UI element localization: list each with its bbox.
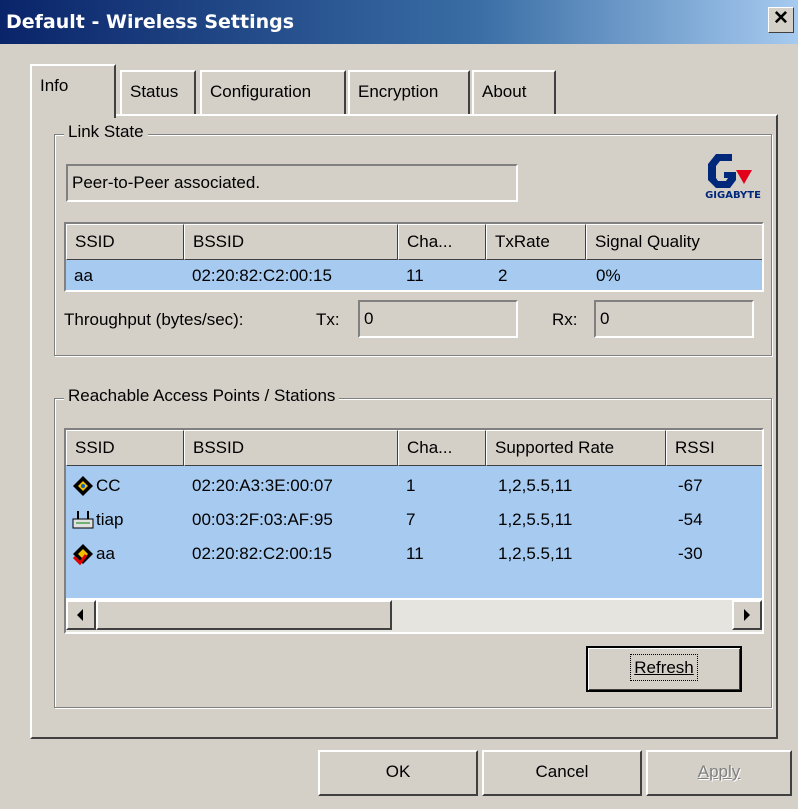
- link-state-label: Link State: [64, 122, 148, 142]
- table-row[interactable]: aa 02:20:82:C2:00:15 11 2 0%: [66, 260, 762, 290]
- rx-field: 0: [594, 300, 754, 338]
- rx-label: Rx:: [552, 310, 578, 329]
- logo-text: GIGABYTE: [705, 190, 761, 201]
- tab-encryption-label: Encryption: [358, 82, 439, 101]
- cell-supported-rate: 1,2,5.5,11: [498, 476, 573, 495]
- close-button[interactable]: ✕: [768, 7, 794, 33]
- column-channel[interactable]: Cha...: [398, 430, 486, 466]
- refresh-button[interactable]: Refresh: [586, 646, 742, 692]
- cancel-button[interactable]: Cancel: [482, 750, 642, 796]
- cell-ssid: aa: [96, 544, 115, 563]
- cell-channel: 11: [406, 544, 424, 563]
- cancel-label: Cancel: [535, 762, 589, 781]
- tab-page-info: Link State Peer-to-Peer associated. GIGA…: [30, 114, 778, 739]
- tab-about[interactable]: About: [472, 70, 556, 114]
- cell-txrate: 2: [498, 266, 508, 285]
- tx-field: 0: [358, 300, 518, 338]
- link-state-text: Peer-to-Peer associated.: [72, 173, 261, 192]
- cell-ssid: CC: [96, 476, 121, 495]
- column-rssi[interactable]: RSSI: [666, 430, 762, 466]
- column-signal-quality[interactable]: Signal Quality: [586, 224, 762, 260]
- column-supported-rate[interactable]: Supported Rate: [486, 430, 666, 466]
- connected-station-icon: [72, 543, 94, 566]
- link-state-list[interactable]: SSID BSSID Cha... TxRate Signal Quality …: [64, 222, 764, 292]
- ok-button[interactable]: OK: [318, 750, 478, 796]
- arrow-left-icon: [77, 609, 83, 621]
- cell-bssid: 02:20:82:C2:00:15: [192, 266, 332, 285]
- reachable-list-header: SSID BSSID Cha... Supported Rate RSSI: [66, 430, 762, 466]
- window-title: Default - Wireless Settings: [6, 11, 295, 33]
- tab-status-label: Status: [130, 82, 179, 101]
- tab-info-label: Info: [40, 76, 69, 95]
- tx-value: 0: [364, 309, 374, 328]
- access-point-icon: [72, 509, 94, 531]
- cell-channel: 1: [406, 476, 416, 495]
- cell-rssi: -30: [678, 544, 703, 563]
- cell-ssid: aa: [74, 266, 93, 285]
- horizontal-scrollbar[interactable]: [66, 600, 762, 632]
- list-item[interactable]: tiap 00:03:2F:03:AF:95 7 1,2,5.5,11 -54: [66, 504, 762, 538]
- apply-label: Apply: [697, 762, 741, 781]
- column-channel[interactable]: Cha...: [398, 224, 486, 260]
- cell-rssi: -54: [678, 510, 703, 529]
- cell-rssi: -67: [678, 476, 703, 495]
- cell-supported-rate: 1,2,5.5,11: [498, 544, 573, 563]
- column-ssid[interactable]: SSID: [66, 430, 184, 466]
- cell-supported-rate: 1,2,5.5,11: [498, 510, 573, 529]
- apply-button[interactable]: Apply: [646, 750, 792, 796]
- cell-bssid: 02:20:82:C2:00:15: [192, 544, 332, 563]
- throughput-label: Throughput (bytes/sec):: [64, 310, 244, 329]
- adhoc-station-icon: [72, 475, 94, 497]
- scroll-right-button[interactable]: [732, 600, 762, 630]
- tx-label: Tx:: [316, 310, 340, 329]
- cell-bssid: 00:03:2F:03:AF:95: [192, 510, 333, 529]
- link-state-text-field: Peer-to-Peer associated.: [66, 164, 518, 202]
- link-state-list-header: SSID BSSID Cha... TxRate Signal Quality: [66, 224, 762, 260]
- cell-signal-quality: 0%: [596, 266, 621, 285]
- cell-channel: 11: [406, 266, 424, 285]
- scroll-thumb[interactable]: [96, 600, 392, 630]
- cell-ssid: tiap: [96, 510, 124, 529]
- reachable-list[interactable]: SSID BSSID Cha... Supported Rate RSSI CC…: [64, 428, 764, 634]
- cell-bssid: 02:20:A3:3E:00:07: [192, 476, 333, 495]
- cell-channel: 7: [406, 510, 416, 529]
- column-bssid[interactable]: BSSID: [184, 430, 398, 466]
- refresh-label: Refresh: [630, 654, 698, 681]
- tab-configuration-label: Configuration: [210, 82, 312, 101]
- list-item[interactable]: CC 02:20:A3:3E:00:07 1 1,2,5.5,11 -67: [66, 470, 762, 504]
- close-icon: ✕: [773, 8, 789, 29]
- reachable-label: Reachable Access Points / Stations: [64, 386, 340, 406]
- tab-about-label: About: [482, 82, 527, 101]
- scroll-left-button[interactable]: [66, 600, 96, 630]
- ok-label: OK: [385, 762, 411, 781]
- tab-status[interactable]: Status: [120, 70, 196, 114]
- gigabyte-logo: GIGABYTE: [696, 150, 768, 206]
- tab-encryption[interactable]: Encryption: [348, 70, 470, 114]
- list-item[interactable]: aa 02:20:82:C2:00:15 11 1,2,5.5,11 -30: [66, 538, 762, 572]
- column-txrate[interactable]: TxRate: [486, 224, 586, 260]
- arrow-right-icon: [744, 609, 750, 621]
- tab-configuration[interactable]: Configuration: [200, 70, 346, 114]
- rx-value: 0: [600, 309, 610, 328]
- tab-info[interactable]: Info: [30, 64, 116, 118]
- title-bar[interactable]: Default - Wireless Settings ✕: [0, 0, 798, 44]
- column-bssid[interactable]: BSSID: [184, 224, 398, 260]
- column-ssid[interactable]: SSID: [66, 224, 184, 260]
